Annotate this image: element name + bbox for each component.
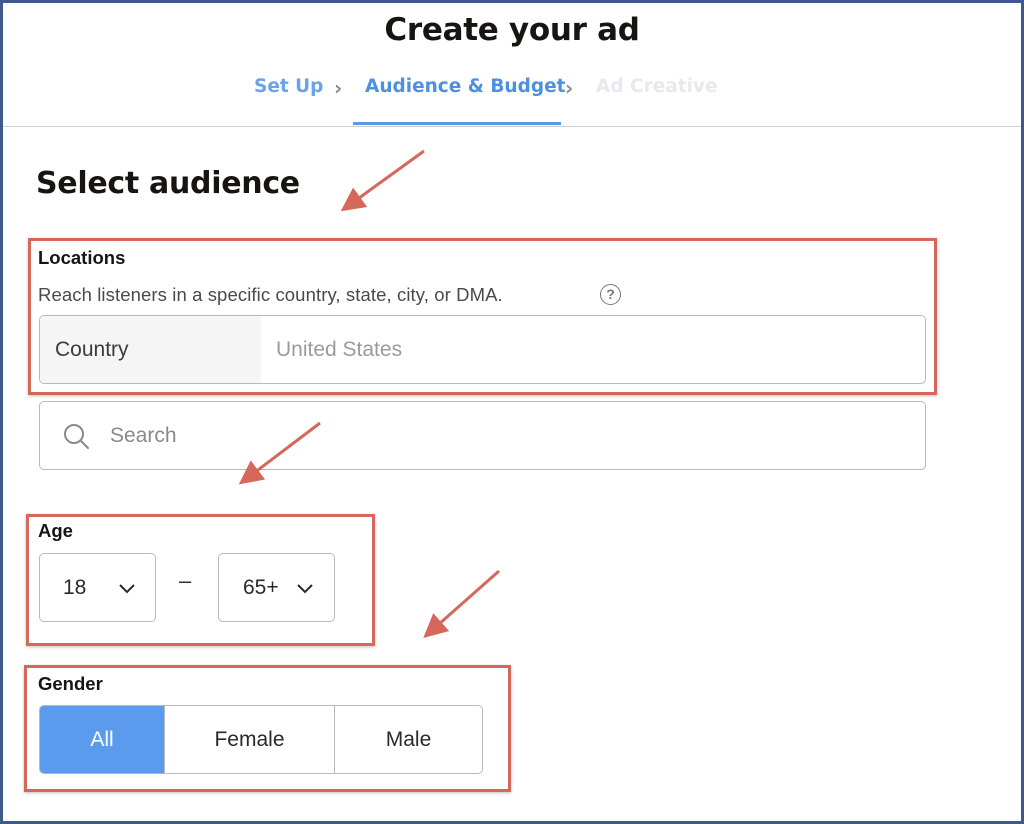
step-set-up[interactable]: Set Up	[254, 76, 323, 97]
section-title: Select audience	[36, 166, 300, 201]
chevron-right-icon: ›	[334, 76, 343, 100]
active-step-indicator	[353, 122, 561, 125]
step-ad-creative: Ad Creative	[596, 76, 718, 97]
locations-highlight-box	[28, 238, 937, 395]
chevron-right-icon: ›	[565, 76, 574, 100]
age-highlight-box	[26, 514, 375, 646]
step-audience-budget[interactable]: Audience & Budget	[365, 76, 565, 97]
location-search-field[interactable]	[39, 401, 926, 470]
search-icon	[64, 424, 89, 449]
progress-steps: Set Up › Audience & Budget › Ad Creative	[0, 74, 1024, 128]
page-title: Create your ad	[384, 12, 640, 48]
search-input[interactable]	[110, 414, 890, 458]
header-divider	[3, 126, 1021, 127]
gender-highlight-box	[24, 665, 511, 792]
